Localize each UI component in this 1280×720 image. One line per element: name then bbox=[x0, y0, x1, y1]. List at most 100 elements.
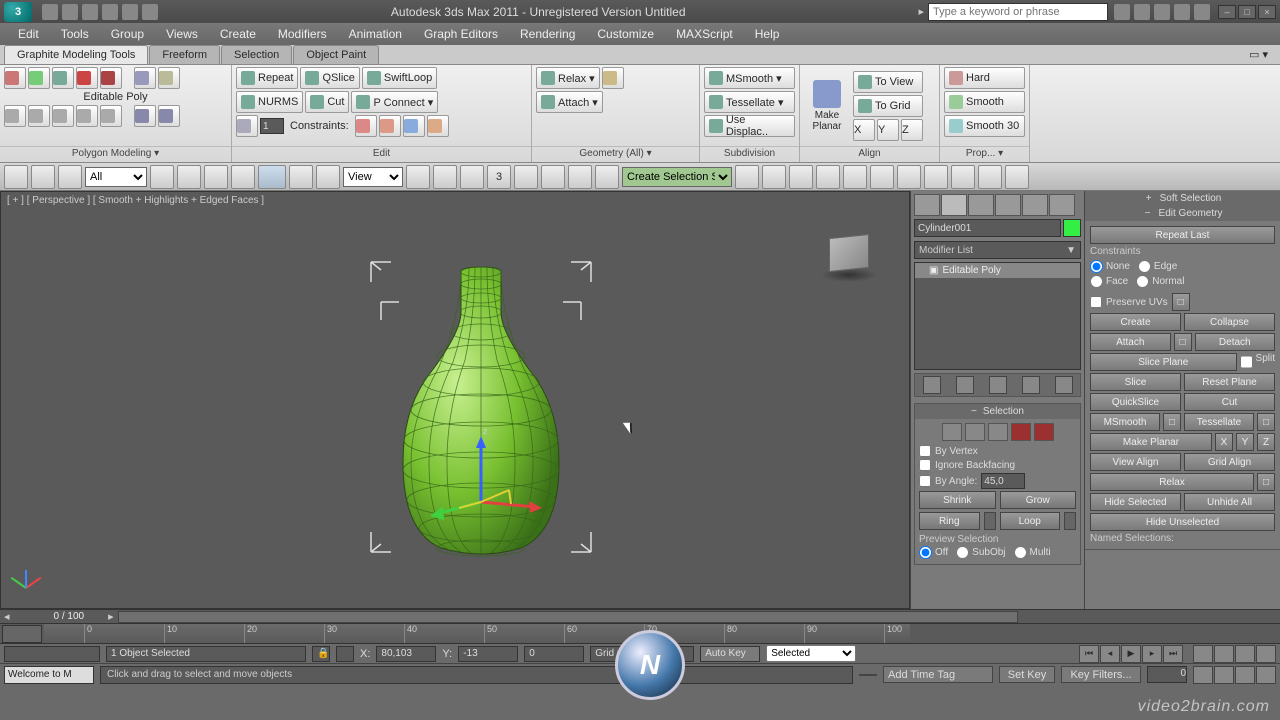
hide-selected-button[interactable]: Hide Selected bbox=[1090, 493, 1181, 511]
attach-button[interactable]: Attach ▾ bbox=[536, 91, 603, 113]
keyboard-shortcut-icon[interactable] bbox=[460, 165, 484, 189]
rectangular-region-icon[interactable] bbox=[204, 165, 228, 189]
grid-align-button[interactable]: Grid Align bbox=[1184, 453, 1275, 471]
save-icon[interactable] bbox=[82, 4, 98, 20]
schematic-view-icon[interactable] bbox=[843, 165, 867, 189]
edit-named-sel-icon[interactable] bbox=[595, 165, 619, 189]
key-filters-button[interactable]: Key Filters... bbox=[1061, 666, 1141, 683]
view-align-button[interactable]: View Align bbox=[1090, 453, 1181, 471]
angle-snap-icon[interactable] bbox=[514, 165, 538, 189]
make-planar-button[interactable]: Make Planar bbox=[804, 75, 850, 137]
mini-listener[interactable] bbox=[4, 646, 100, 662]
constraint-edge-button[interactable] bbox=[379, 115, 401, 137]
swiftloop-button[interactable]: SwiftLoop bbox=[362, 67, 437, 89]
by-angle-input[interactable] bbox=[981, 473, 1025, 489]
viewcube[interactable] bbox=[819, 232, 879, 282]
constraint-edge-radio[interactable] bbox=[1138, 260, 1151, 273]
msmooth-settings[interactable]: □ bbox=[1163, 413, 1181, 431]
time-slider-value[interactable]: 0 / 100 bbox=[14, 611, 105, 622]
align-z-button[interactable]: Z bbox=[901, 119, 923, 141]
sel-border-icon[interactable] bbox=[988, 423, 1008, 441]
constraint-face-button[interactable] bbox=[403, 115, 425, 137]
time-tag-icon[interactable] bbox=[859, 674, 877, 676]
relax-button[interactable]: Relax ▾ bbox=[536, 67, 600, 89]
cp-modify-tab-icon[interactable] bbox=[941, 194, 967, 216]
tessellate-settings[interactable]: □ bbox=[1257, 413, 1275, 431]
play-icon[interactable]: ▶ bbox=[1121, 645, 1141, 663]
create-button[interactable]: Create bbox=[1090, 313, 1181, 331]
hide-unselected-button[interactable]: Hide Unselected bbox=[1090, 513, 1275, 531]
shrink-button[interactable]: Shrink bbox=[919, 491, 996, 509]
link-icon[interactable] bbox=[142, 4, 158, 20]
named-selection-set-select[interactable]: Create Selection Se bbox=[622, 167, 732, 187]
menu-modifiers[interactable]: Modifiers bbox=[268, 24, 337, 44]
configure-sets-icon[interactable] bbox=[1055, 376, 1073, 394]
favorites-icon[interactable] bbox=[1174, 4, 1190, 20]
goto-start-icon[interactable]: ⏮ bbox=[1079, 645, 1099, 663]
repeat-last-button[interactable]: Repeat Last bbox=[1090, 226, 1275, 244]
cp-display-tab-icon[interactable] bbox=[1022, 194, 1048, 216]
select-object-icon[interactable] bbox=[150, 165, 174, 189]
rotate-tool-icon[interactable] bbox=[289, 165, 313, 189]
prev-frame-icon[interactable]: ◂ bbox=[1100, 645, 1120, 663]
edit-spinner[interactable] bbox=[260, 118, 284, 134]
misc-btn-3[interactable] bbox=[52, 105, 74, 127]
modifier-list-dropdown[interactable]: Modifier List▼ bbox=[914, 241, 1081, 259]
menu-graph-editors[interactable]: Graph Editors bbox=[414, 24, 508, 44]
time-slider-track[interactable] bbox=[118, 611, 1018, 623]
align-x-button[interactable]: X bbox=[853, 119, 875, 141]
tab-object-paint[interactable]: Object Paint bbox=[293, 45, 379, 64]
nurms-button[interactable]: NURMS bbox=[236, 91, 303, 113]
communication-icon[interactable] bbox=[1154, 4, 1170, 20]
group-geometry-label[interactable]: Geometry (All) ▾ bbox=[532, 146, 699, 162]
smooth30-button[interactable]: Smooth 30 bbox=[944, 115, 1025, 137]
align-icon[interactable] bbox=[762, 165, 786, 189]
goto-end-icon[interactable]: ⏭ bbox=[1163, 645, 1183, 663]
sel-vertex-icon[interactable] bbox=[942, 423, 962, 441]
planar-x-button[interactable]: X bbox=[1215, 433, 1233, 451]
object-cylinder001[interactable]: z bbox=[361, 252, 601, 595]
show-end-result-icon[interactable] bbox=[956, 376, 974, 394]
nav-zoomext-icon[interactable] bbox=[1256, 645, 1276, 663]
search-icon[interactable] bbox=[1114, 4, 1130, 20]
render-prod-icon[interactable] bbox=[978, 165, 1002, 189]
pin-stack-icon[interactable] bbox=[923, 376, 941, 394]
tab-graphite-modeling[interactable]: Graphite Modeling Tools bbox=[4, 45, 148, 64]
slice-plane-button[interactable]: Slice Plane bbox=[1090, 353, 1237, 371]
constraint-none-radio[interactable] bbox=[1090, 260, 1103, 273]
hard-button[interactable]: Hard bbox=[944, 67, 1025, 89]
tessellate-button-ep[interactable]: Tessellate bbox=[1184, 413, 1254, 431]
group-properties-label[interactable]: Prop... ▾ bbox=[940, 146, 1029, 162]
planar-y-button[interactable]: Y bbox=[1236, 433, 1254, 451]
auto-key-button[interactable]: Auto Key bbox=[700, 646, 760, 662]
move-tool-icon[interactable] bbox=[258, 165, 286, 189]
misc-btn-6[interactable] bbox=[134, 105, 156, 127]
subobj-edge-button[interactable] bbox=[28, 67, 50, 89]
open-icon[interactable] bbox=[62, 4, 78, 20]
nav-zoom-icon[interactable] bbox=[1193, 645, 1213, 663]
add-time-tag-button[interactable]: Add Time Tag bbox=[883, 666, 993, 683]
preserve-uvs-settings[interactable]: □ bbox=[1172, 293, 1190, 311]
minimize-button[interactable]: – bbox=[1218, 5, 1236, 19]
align-y-button[interactable]: Y bbox=[877, 119, 899, 141]
cut-button[interactable]: Cut bbox=[305, 91, 349, 113]
bind-icon[interactable] bbox=[58, 165, 82, 189]
split-checkbox[interactable] bbox=[1240, 353, 1253, 371]
menu-maxscript[interactable]: MAXScript bbox=[666, 24, 743, 44]
preserve-uvs-checkbox[interactable] bbox=[1090, 296, 1102, 308]
sel-edge-icon[interactable] bbox=[965, 423, 985, 441]
object-color-swatch[interactable] bbox=[1063, 219, 1081, 237]
ring-button[interactable]: Ring bbox=[919, 512, 980, 530]
relax-settings[interactable]: □ bbox=[1257, 473, 1275, 491]
soft-selection-header[interactable]: Soft Selection bbox=[1160, 193, 1222, 204]
cp-create-tab-icon[interactable] bbox=[914, 194, 940, 216]
infocenter-arrow-icon[interactable]: ▸ bbox=[918, 5, 924, 18]
link-icon[interactable] bbox=[4, 165, 28, 189]
close-button[interactable]: × bbox=[1258, 5, 1276, 19]
group-polygon-modeling-label[interactable]: Polygon Modeling ▾ bbox=[0, 146, 231, 162]
cut-button-ep[interactable]: Cut bbox=[1184, 393, 1275, 411]
tab-freeform[interactable]: Freeform bbox=[149, 45, 220, 64]
cp-hierarchy-tab-icon[interactable] bbox=[968, 194, 994, 216]
make-planar-button-ep[interactable]: Make Planar bbox=[1090, 433, 1212, 451]
preview-off-radio[interactable] bbox=[919, 546, 932, 559]
